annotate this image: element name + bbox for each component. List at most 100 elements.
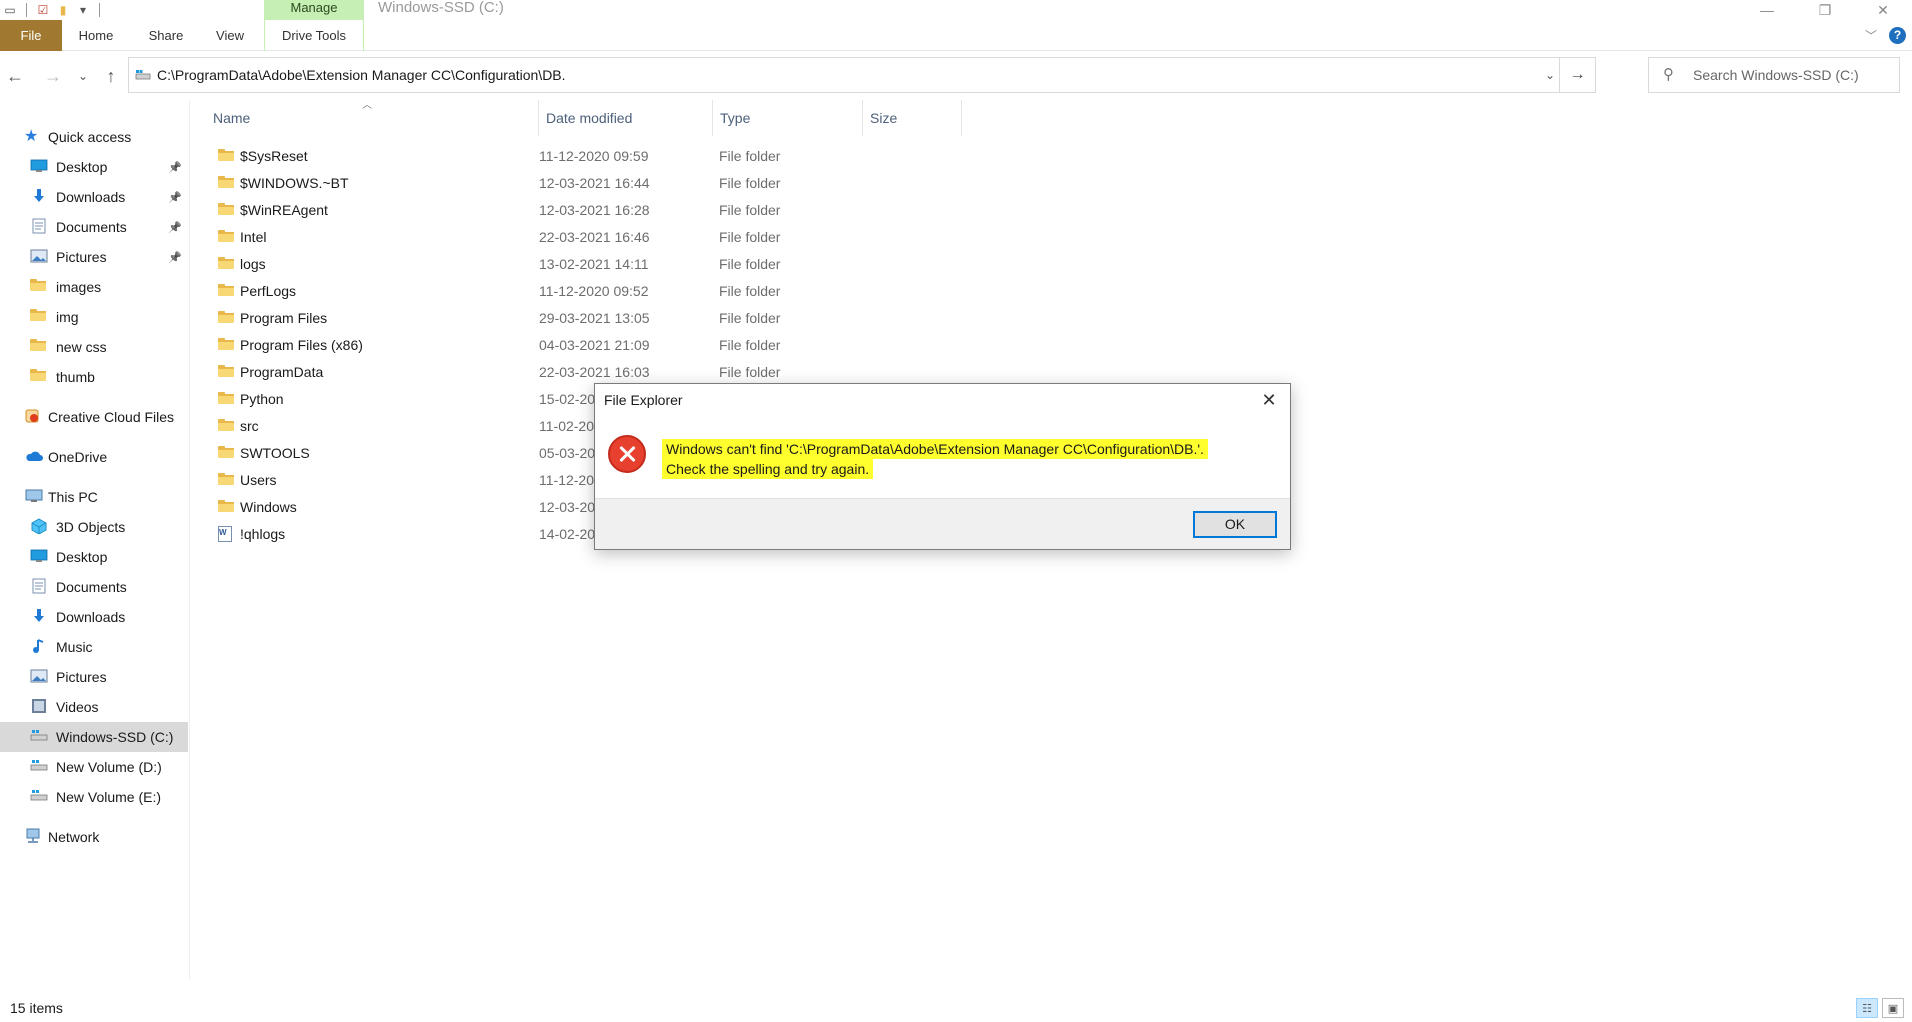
quick-access-toolbar: ▭ ☑ ▮ ▾ — [0, 0, 106, 20]
documents-icon — [30, 578, 50, 596]
nav-quick-downloads[interactable]: Downloads 📌 — [0, 182, 188, 212]
recent-locations-icon[interactable]: ⌄ — [72, 56, 94, 96]
dialog-message-line1: Windows can't find 'C:\ProgramData\Adobe… — [662, 439, 1208, 459]
nav-pc-new-volume-d[interactable]: New Volume (D:) — [0, 752, 188, 782]
file-row[interactable]: $WINDOWS.~BT 12-03-2021 16:44 File folder — [212, 170, 1112, 197]
column-header-name[interactable]: Name — [213, 100, 543, 136]
column-header-size[interactable]: Size — [862, 100, 962, 136]
search-box[interactable]: ⚲ — [1648, 57, 1900, 93]
nav-onedrive[interactable]: OneDrive — [0, 442, 188, 472]
file-date: 11-12-2020 09:52 — [539, 283, 649, 299]
ribbon: File Home Share View Drive Tools ﹀ ? — [0, 20, 1912, 51]
nav-this-pc[interactable]: This PC — [0, 482, 188, 512]
nav-label: thumb — [56, 369, 95, 385]
nav-label: Videos — [56, 699, 99, 715]
file-name: PerfLogs — [240, 283, 297, 299]
tab-drive-tools[interactable]: Drive Tools — [264, 20, 364, 51]
back-arrow-icon[interactable]: ← — [2, 56, 28, 96]
go-arrow-icon[interactable]: → — [1559, 58, 1595, 92]
file-name: Users — [240, 472, 277, 488]
nav-quick-desktop[interactable]: Desktop 📌 — [0, 152, 188, 182]
nav-pc-videos[interactable]: Videos — [0, 692, 188, 722]
search-input[interactable] — [1693, 64, 1893, 86]
ok-button[interactable]: OK — [1193, 511, 1277, 538]
navigation-pane: ★ Quick access Desktop 📌 Downloads 📌 Documen… — [0, 100, 190, 980]
file-row[interactable]: $SysReset 11-12-2020 09:59 File folder — [212, 143, 1112, 170]
file-name: logs — [240, 256, 266, 272]
folder-icon — [218, 229, 234, 243]
file-name: !qhlogs — [240, 526, 286, 542]
title-bar: ▭ ☑ ▮ ▾ Manage Windows-SSD (C:) — ❐ ✕ — [0, 0, 1912, 20]
nav-pc-windows-ssd-c[interactable]: Windows-SSD (C:) — [0, 722, 188, 752]
nav-pc-3d-objects[interactable]: 3D Objects — [0, 512, 188, 542]
address-dropdown-icon[interactable]: ⌄ — [1545, 58, 1555, 92]
nav-pc-downloads[interactable]: Downloads — [0, 602, 188, 632]
dialog-close-icon[interactable]: ✕ — [1256, 387, 1282, 413]
tab-share[interactable]: Share — [136, 20, 196, 51]
file-row[interactable]: $WinREAgent 12-03-2021 16:28 File folder — [212, 197, 1112, 224]
expand-ribbon-icon[interactable]: ﹀ — [1865, 27, 1877, 44]
folder-icon — [30, 278, 50, 296]
file-row[interactable]: PerfLogs 11-12-2020 09:52 File folder — [212, 278, 1112, 305]
downloads-icon — [30, 608, 50, 626]
file-row[interactable]: Intel 22-03-2021 16:46 File folder — [212, 224, 1112, 251]
documents-icon — [30, 218, 50, 236]
minimize-icon[interactable]: — — [1738, 0, 1796, 20]
file-row[interactable]: logs 13-02-2021 14:11 File folder — [212, 251, 1112, 278]
nav-pc-documents[interactable]: Documents — [0, 572, 188, 602]
new-folder-icon[interactable]: ▮ — [53, 0, 73, 20]
details-view-icon[interactable]: ☷ — [1856, 998, 1878, 1018]
nav-quick-thumb[interactable]: thumb — [0, 362, 188, 392]
creative-cloud-icon — [24, 408, 44, 426]
address-path[interactable]: C:\ProgramData\Adobe\Extension Manager C… — [157, 58, 566, 92]
nav-quick-img[interactable]: img — [0, 302, 188, 332]
large-icons-view-icon[interactable]: ▣ — [1882, 998, 1904, 1018]
tab-file[interactable]: File — [0, 20, 62, 51]
help-icon[interactable]: ? — [1889, 27, 1906, 44]
nav-pc-pictures[interactable]: Pictures — [0, 662, 188, 692]
search-icon: ⚲ — [1663, 66, 1674, 83]
nav-pc-desktop[interactable]: Desktop — [0, 542, 188, 572]
window-controls: — ❐ ✕ — [1738, 0, 1912, 20]
manage-contextual-tab[interactable]: Manage — [264, 0, 364, 20]
nav-label: Downloads — [56, 189, 126, 205]
nav-network[interactable]: Network — [0, 822, 188, 852]
folder-icon — [218, 148, 234, 162]
desktop-icon — [30, 548, 50, 566]
file-date: 15-02-20 — [539, 391, 596, 407]
explorer-icon: ▭ — [4, 3, 16, 17]
nav-quick-images[interactable]: images — [0, 272, 188, 302]
nav-quick-new-css[interactable]: new css — [0, 332, 188, 362]
downloads-icon — [30, 188, 50, 206]
file-name: SWTOOLS — [240, 445, 310, 461]
file-date: 12-03-20 — [539, 499, 596, 515]
column-header-date[interactable]: Date modified — [538, 100, 678, 136]
forward-arrow-icon[interactable]: → — [40, 56, 66, 96]
folder-icon — [218, 499, 234, 513]
folder-icon — [218, 283, 234, 297]
desktop-icon — [30, 158, 50, 176]
column-header-type[interactable]: Type — [712, 100, 862, 136]
tab-home[interactable]: Home — [66, 20, 126, 51]
nav-pc-music[interactable]: Music — [0, 632, 188, 662]
up-arrow-icon[interactable]: ↑ — [98, 56, 124, 96]
nav-label: This PC — [48, 489, 98, 505]
nav-creative-cloud[interactable]: Creative Cloud Files — [0, 402, 188, 432]
close-window-icon[interactable]: ✕ — [1854, 0, 1912, 20]
properties-icon[interactable]: ☑ — [33, 0, 53, 20]
address-bar[interactable]: C:\ProgramData\Adobe\Extension Manager C… — [128, 57, 1596, 93]
drive-icon — [30, 788, 50, 806]
file-row[interactable]: ProgramData 22-03-2021 16:03 File folder — [212, 359, 1112, 386]
file-row[interactable]: Program Files (x86) 04-03-2021 21:09 File … — [212, 332, 1112, 359]
nav-quick-pictures[interactable]: Pictures 📌 — [0, 242, 188, 272]
nav-quick-access[interactable]: ★ Quick access — [0, 122, 188, 152]
customize-toolbar-icon[interactable]: ▾ — [73, 0, 93, 20]
folder-icon — [218, 391, 234, 405]
restore-icon[interactable]: ❐ — [1796, 0, 1854, 20]
file-type: File folder — [719, 148, 781, 164]
tab-view[interactable]: View — [204, 20, 256, 51]
nav-pc-new-volume-e[interactable]: New Volume (E:) — [0, 782, 188, 812]
drive-icon — [135, 70, 151, 80]
file-row[interactable]: Program Files 29-03-2021 13:05 File folder — [212, 305, 1112, 332]
nav-quick-documents[interactable]: Documents 📌 — [0, 212, 188, 242]
